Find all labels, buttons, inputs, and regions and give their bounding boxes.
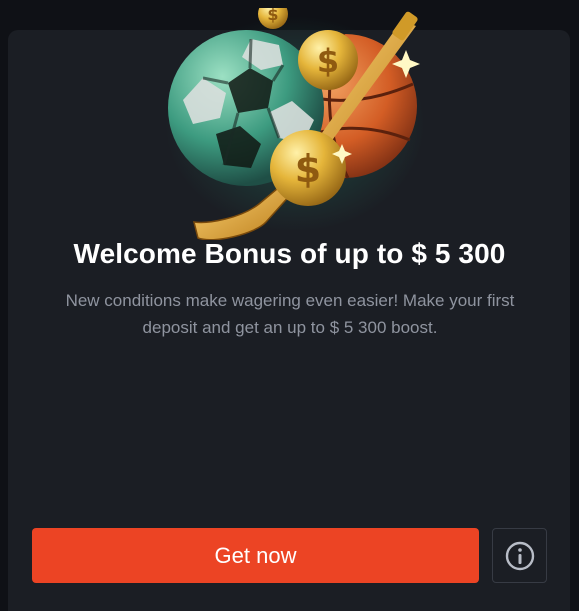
info-button[interactable] bbox=[492, 528, 547, 583]
svg-text:$: $ bbox=[317, 42, 339, 80]
info-circle-icon bbox=[505, 541, 534, 570]
dollar-coin-icon: $ bbox=[270, 130, 346, 206]
get-now-button[interactable]: Get now bbox=[32, 528, 479, 583]
dollar-coin-icon: $ bbox=[298, 30, 358, 90]
bonus-title: Welcome Bonus of up to $ 5 300 bbox=[73, 238, 506, 269]
bonus-description: New conditions make wagering even easier… bbox=[65, 291, 515, 337]
svg-text:$: $ bbox=[267, 8, 278, 24]
svg-text:$: $ bbox=[295, 147, 321, 191]
sports-bonus-illustration: $ $ $ bbox=[165, 8, 425, 240]
